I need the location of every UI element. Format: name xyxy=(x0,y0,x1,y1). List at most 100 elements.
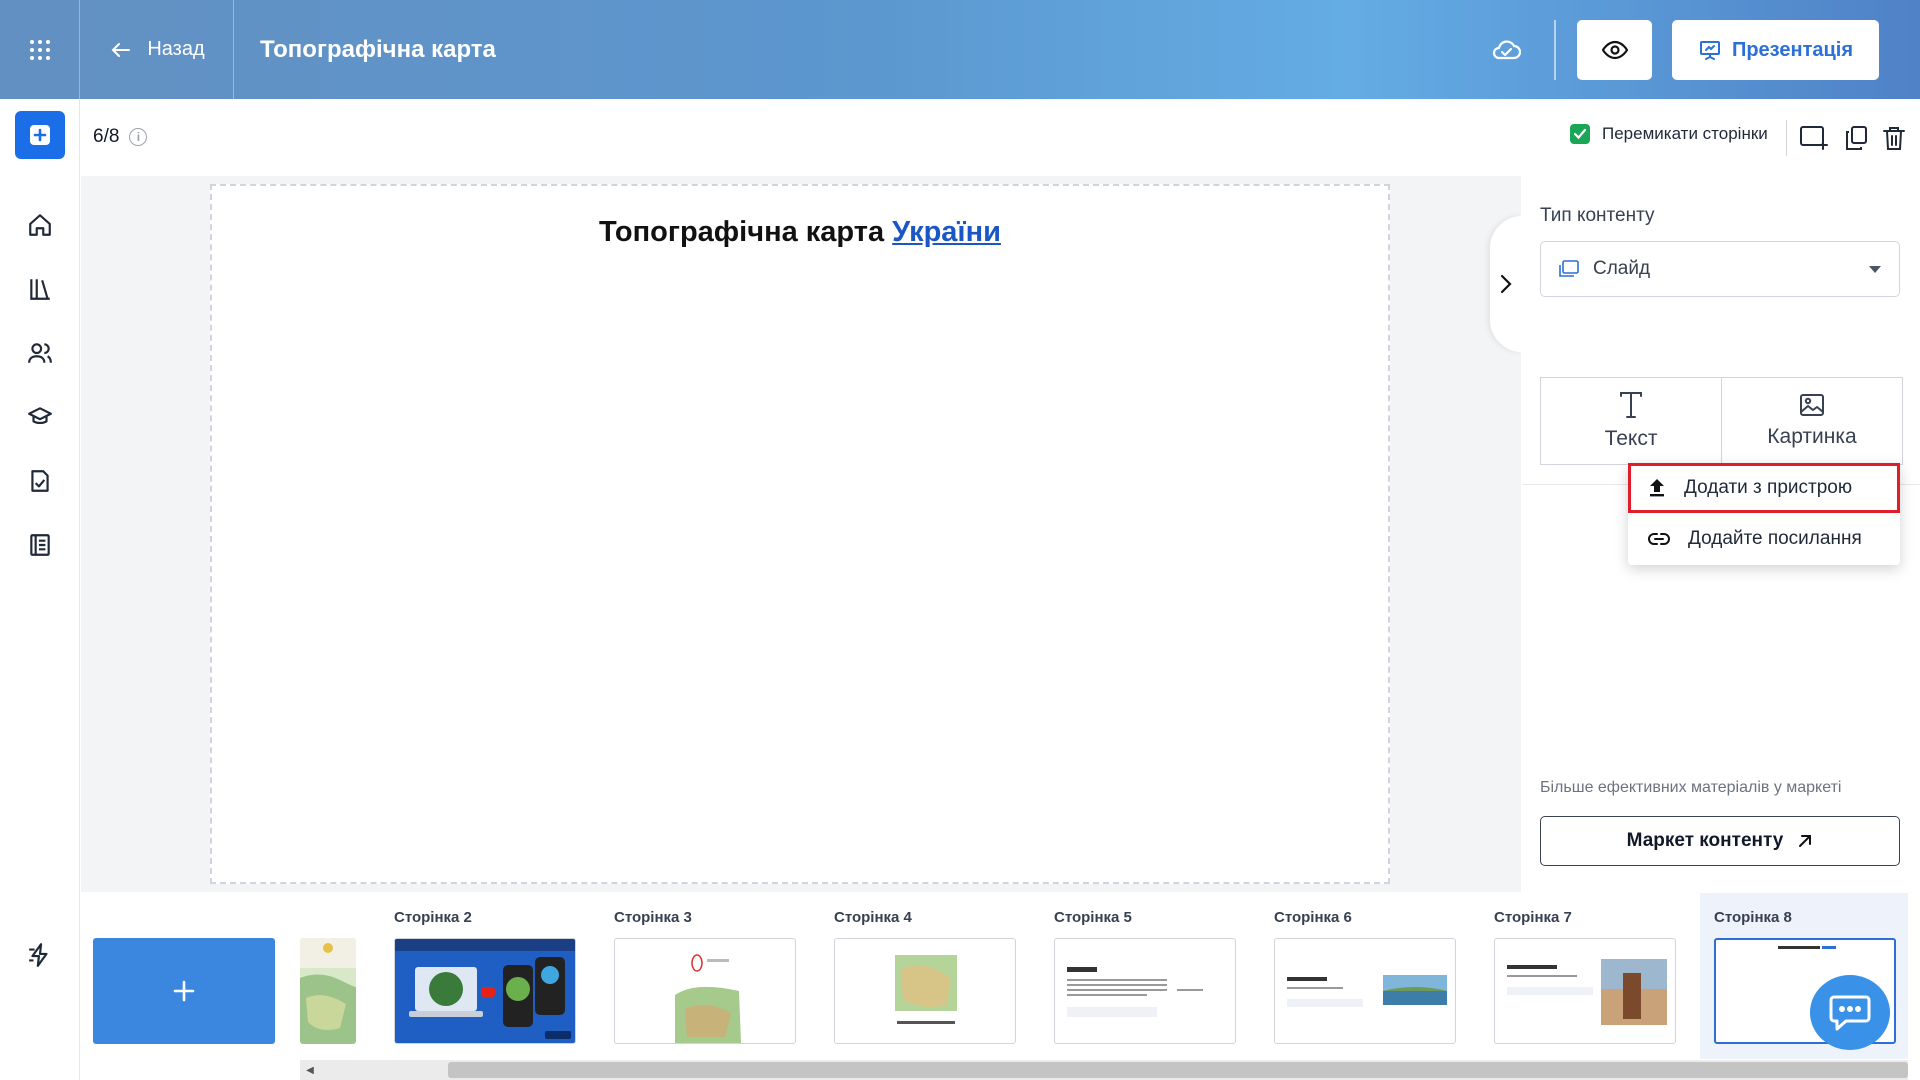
presentation-label: Презентація xyxy=(1731,38,1854,61)
panel-collapse-tab[interactable] xyxy=(1490,216,1522,352)
switch-pages-checkbox[interactable] xyxy=(1570,124,1590,144)
add-link-label: Додайте посилання xyxy=(1688,528,1862,549)
users-icon xyxy=(28,343,52,363)
page-label-4: Сторінка 4 xyxy=(834,909,912,926)
sidebar-item-courses[interactable] xyxy=(20,397,60,437)
upload-icon xyxy=(1650,479,1664,497)
page-thumbnail-1[interactable] xyxy=(300,938,356,1044)
content-market-label: Маркет контенту xyxy=(1626,830,1784,851)
delete-page-button[interactable] xyxy=(1878,122,1910,154)
slide-canvas[interactable]: Топографічна карта України xyxy=(210,184,1390,884)
add-link-option[interactable]: Додайте посилання xyxy=(1628,514,1900,564)
slide-title[interactable]: Топографічна карта України xyxy=(212,216,1388,249)
slide-title-link[interactable]: України xyxy=(892,216,1001,248)
eye-icon xyxy=(1601,40,1628,60)
scroll-left-arrow-icon[interactable]: ◀ xyxy=(302,1062,318,1078)
filmstrip-scroll-thumb[interactable] xyxy=(448,1062,1908,1078)
video-thumbnail xyxy=(395,939,575,1043)
library-icon xyxy=(30,279,50,300)
preview-button[interactable] xyxy=(1577,20,1652,80)
text-tool-button[interactable]: Текст xyxy=(1540,377,1722,465)
page-counter-value: 6/8 xyxy=(93,126,120,147)
slide-title-text: Топографічна карта xyxy=(599,216,893,248)
add-page-after-button[interactable] xyxy=(1798,122,1830,154)
apps-grid-icon xyxy=(29,39,50,60)
back-label: Назад xyxy=(147,38,205,60)
check-icon xyxy=(1573,128,1587,140)
info-icon[interactable]: i xyxy=(129,128,148,146)
top-bar: Назад Топографічна карта Презентація xyxy=(0,0,1920,99)
page-label-8: Сторінка 8 xyxy=(1714,909,1792,926)
content-market-button[interactable]: Маркет контенту xyxy=(1540,816,1900,866)
header-divider xyxy=(1554,20,1556,80)
page-thumbnail-4[interactable] xyxy=(834,938,1016,1044)
upload-from-device-option[interactable]: Додати з пристрою xyxy=(1628,463,1900,513)
page-counter: 6/8 i xyxy=(93,126,148,148)
page-thumbnail-5[interactable] xyxy=(1054,938,1236,1044)
duplicate-page-button[interactable] xyxy=(1840,122,1872,154)
sidebar-item-home[interactable] xyxy=(20,205,60,245)
arrow-left-icon xyxy=(111,42,131,57)
add-page-button[interactable] xyxy=(93,938,275,1044)
sidebar-item-updates[interactable] xyxy=(20,935,60,975)
plus-square-icon xyxy=(30,125,50,145)
page-label-6: Сторінка 6 xyxy=(1274,909,1352,926)
market-note: Більше ефективних матеріалів у маркеті xyxy=(1540,779,1842,796)
sidebar-item-users[interactable] xyxy=(20,333,60,373)
caret-down-icon xyxy=(1869,266,1881,273)
document-title: Топографічна карта xyxy=(260,36,496,63)
slide-thumbnail xyxy=(675,954,741,1043)
content-type-label: Тип контенту xyxy=(1540,205,1655,226)
graduation-cap-icon xyxy=(28,407,52,425)
page-thumbnail-6[interactable] xyxy=(1274,938,1456,1044)
sidebar-item-journal[interactable] xyxy=(20,525,60,565)
image-tool-label: Картинка xyxy=(1767,425,1857,448)
switch-pages-toggle[interactable]: Перемикати сторінки xyxy=(1570,124,1768,144)
sidebar-add-button[interactable] xyxy=(15,111,65,159)
toolbar-divider xyxy=(1786,120,1787,156)
add-slide-icon xyxy=(1800,126,1828,150)
page-label-7: Сторінка 7 xyxy=(1494,909,1572,926)
text-icon xyxy=(1620,392,1642,418)
journal-icon xyxy=(30,534,50,556)
content-type-value: Слайд xyxy=(1593,258,1651,279)
copy-icon xyxy=(1846,126,1867,150)
link-icon xyxy=(1648,533,1670,545)
chevron-right-icon xyxy=(1500,274,1512,294)
image-icon xyxy=(1800,394,1824,416)
plus-icon xyxy=(173,980,195,1002)
sidebar-item-library[interactable] xyxy=(20,269,60,309)
sidebar-item-tasks[interactable] xyxy=(20,461,60,501)
text-tool-label: Текст xyxy=(1604,427,1658,450)
presentation-button[interactable]: Презентація xyxy=(1672,20,1879,80)
slide-icon xyxy=(1559,260,1579,277)
lightning-icon xyxy=(29,943,48,967)
home-icon xyxy=(29,214,51,236)
upload-from-device-label: Додати з пристрою xyxy=(1684,477,1853,498)
chat-support-button[interactable] xyxy=(1810,975,1890,1050)
apps-grid-button[interactable] xyxy=(0,0,80,99)
image-source-dropdown: Додати з пристрою Додайте посилання xyxy=(1628,463,1900,565)
checklist-icon xyxy=(31,470,49,492)
cloud-saved-icon[interactable] xyxy=(1490,34,1522,66)
content-type-select[interactable]: Слайд xyxy=(1540,241,1900,297)
image-tool-button[interactable]: Картинка xyxy=(1721,377,1903,465)
switch-pages-label: Перемикати сторінки xyxy=(1602,124,1768,143)
page-label-3: Сторінка 3 xyxy=(614,909,692,926)
trash-icon xyxy=(1883,127,1905,150)
page-label-5: Сторінка 5 xyxy=(1054,909,1132,926)
page-thumbnail-7[interactable] xyxy=(1494,938,1676,1044)
slide-thumbnail xyxy=(895,955,957,1024)
presentation-icon xyxy=(1699,41,1720,60)
slide-thumbnail xyxy=(1287,975,1447,1007)
slide-thumbnail xyxy=(1507,959,1667,1025)
external-arrow-icon xyxy=(1799,835,1812,847)
back-button[interactable]: Назад xyxy=(81,0,234,99)
page-label-2: Сторінка 2 xyxy=(394,909,472,926)
slide-thumbnail xyxy=(1067,967,1203,1017)
chat-bubble-icon xyxy=(1829,995,1871,1030)
page-thumbnail-2[interactable] xyxy=(394,938,576,1044)
page-thumbnail-3[interactable] xyxy=(614,938,796,1044)
map-of-ukraine-thumbnail xyxy=(300,938,356,1044)
left-sidebar xyxy=(0,99,80,1080)
